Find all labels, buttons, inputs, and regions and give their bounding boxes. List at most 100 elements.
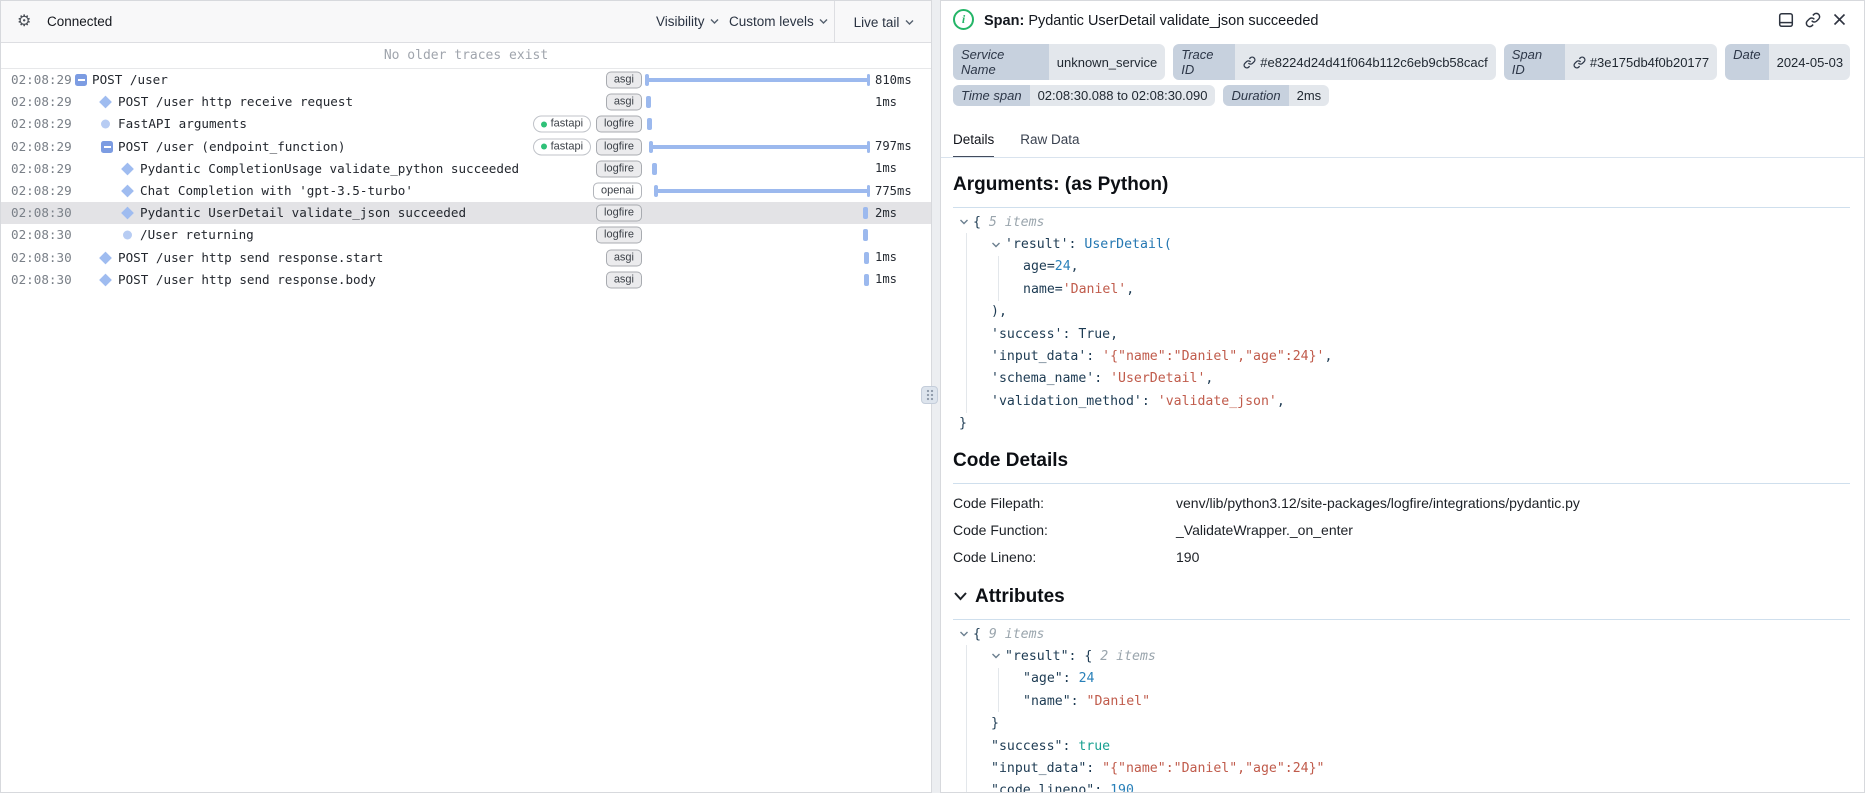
duration-bar-track bbox=[646, 158, 869, 180]
duration-label: 1ms bbox=[875, 94, 898, 109]
duration-tick bbox=[864, 251, 869, 264]
code-token: "code.lineno" bbox=[991, 783, 1095, 793]
settings-gear-icon[interactable]: ⚙ bbox=[17, 13, 31, 31]
trace-span-label: Chat Completion with 'gpt-3.5-turbo' bbox=[140, 183, 413, 198]
code-token: "{"name":"Daniel","age":24}" bbox=[1102, 760, 1325, 776]
detail-tabs: Details Raw Data bbox=[953, 132, 1850, 158]
code-token: { bbox=[973, 626, 989, 642]
span-meta-badges-row2: Time span 02:08:30.088 to 02:08:30.090 Dur… bbox=[953, 85, 1850, 106]
arguments-heading: Arguments: (as Python) bbox=[953, 174, 1169, 195]
duration-tick bbox=[652, 162, 657, 175]
code-token: , bbox=[1205, 371, 1214, 387]
code-line: "age": 24 bbox=[1023, 668, 1850, 690]
duration-bar-track bbox=[646, 269, 869, 291]
circle-span-icon bbox=[123, 230, 132, 240]
green-dot-icon bbox=[540, 121, 547, 128]
trace-row[interactable]: 02:08:29 POST /user asgi 810ms bbox=[1, 69, 931, 91]
chevron-down-icon bbox=[819, 18, 828, 25]
trace-row[interactable]: 02:08:29 Chat Completion with 'gpt-3.5-tu… bbox=[1, 180, 931, 202]
dock-panel-icon[interactable] bbox=[1777, 11, 1794, 28]
copy-link-icon[interactable] bbox=[1804, 11, 1821, 28]
code-line: "code.lineno": 190 bbox=[991, 780, 1850, 793]
code-token: "input_data" bbox=[991, 760, 1087, 776]
collapse-chevron-icon[interactable] bbox=[959, 630, 973, 638]
section-divider bbox=[953, 618, 1850, 620]
duration-bar-track bbox=[646, 69, 869, 91]
code-line: } bbox=[959, 413, 1850, 435]
diamond-span-icon bbox=[99, 273, 112, 287]
tag-chip-logfire: logfire bbox=[596, 204, 642, 222]
meta-badge: Span ID #3e175db4f0b20177 bbox=[1503, 44, 1718, 80]
diamond-span-icon bbox=[99, 95, 112, 109]
trace-row[interactable]: 02:08:29 POST /user http receive request a… bbox=[1, 91, 931, 113]
code-token: 24 bbox=[1054, 259, 1071, 275]
code-line: 'validation_method': 'validate_json', bbox=[991, 390, 1850, 412]
trace-timestamp: 02:08:29 bbox=[11, 160, 72, 176]
trace-timestamp: 02:08:29 bbox=[11, 138, 72, 154]
code-line: } bbox=[991, 712, 1850, 734]
duration-tick bbox=[647, 118, 652, 131]
custom-levels-dropdown[interactable]: Custom levels bbox=[729, 14, 828, 29]
code-token: "success" bbox=[991, 738, 1063, 754]
duration-tick bbox=[863, 207, 868, 220]
trace-row[interactable]: 02:08:29 POST /user (endpoint_function) fa… bbox=[1, 136, 931, 158]
code-token: , bbox=[1324, 349, 1333, 365]
tab-details[interactable]: Details bbox=[953, 132, 995, 158]
trace-row[interactable]: 02:08:30 POST /user http send response.st… bbox=[1, 247, 931, 269]
trace-row[interactable]: 02:08:30 POST /user http send response.bo… bbox=[1, 269, 931, 291]
code-token: : bbox=[1086, 760, 1103, 776]
tab-raw-data[interactable]: Raw Data bbox=[1020, 132, 1079, 158]
duration-bar-track bbox=[646, 91, 869, 113]
close-icon[interactable] bbox=[1831, 11, 1848, 28]
visibility-dropdown[interactable]: Visibility bbox=[656, 14, 719, 29]
code-line: "success": true bbox=[991, 735, 1850, 757]
trace-row[interactable]: 02:08:29 Pydantic CompletionUsage validat… bbox=[1, 158, 931, 180]
trace-timestamp: 02:08:29 bbox=[11, 94, 72, 110]
collapse-chevron-icon[interactable] bbox=[953, 591, 968, 602]
trace-tags: asgi bbox=[605, 271, 642, 289]
badge-label: Date bbox=[1725, 44, 1769, 80]
trace-timestamp: 02:08:29 bbox=[11, 116, 72, 132]
trace-timestamp: 02:08:30 bbox=[11, 271, 72, 287]
trace-span-label: POST /user http send response.body bbox=[118, 271, 376, 287]
collapse-chevron-icon[interactable] bbox=[991, 241, 1005, 249]
span-title: Span: Pydantic UserDetail validate_json … bbox=[984, 13, 1319, 29]
trace-row[interactable]: 02:08:30 Pydantic UserDetail validate_jso… bbox=[1, 202, 931, 225]
code-token: } bbox=[991, 716, 999, 732]
duration-tick bbox=[864, 273, 869, 286]
code-token: : bbox=[1068, 237, 1085, 253]
code-token: '{"name":"Daniel","age":24}' bbox=[1102, 349, 1325, 365]
trace-span-label: FastAPI arguments bbox=[118, 116, 247, 132]
code-token: 'validate_json' bbox=[1157, 393, 1277, 409]
trace-timestamp: 02:08:30 bbox=[11, 205, 72, 221]
trace-panel: ⚙ Connected Visibility Custom levels Liv… bbox=[0, 0, 932, 793]
collapse-chevron-icon[interactable] bbox=[991, 652, 1005, 660]
badge-value[interactable]: #e8224d24d41f064b112c6eb9cb58cacf bbox=[1235, 44, 1496, 80]
tag-chip-fastapi: fastapi bbox=[532, 138, 592, 156]
code-token: "age" bbox=[1023, 671, 1063, 687]
trace-span-label: POST /user (endpoint_function) bbox=[118, 138, 346, 154]
duration-bar-track bbox=[646, 247, 869, 269]
code-details-table: Code Filepath: venv/lib/python3.12/site-p… bbox=[953, 490, 1850, 571]
collapse-box-icon[interactable] bbox=[101, 140, 113, 153]
collapse-box-icon[interactable] bbox=[75, 74, 87, 87]
attributes-heading: Attributes bbox=[953, 586, 1850, 608]
meta-badge: Time span 02:08:30.088 to 02:08:30.090 bbox=[953, 85, 1216, 106]
diamond-span-icon bbox=[99, 251, 112, 265]
panel-splitter-handle[interactable] bbox=[921, 386, 938, 404]
trace-row[interactable]: 02:08:30/User returning logfire bbox=[1, 224, 931, 246]
badge-value[interactable]: #3e175db4f0b20177 bbox=[1564, 44, 1718, 80]
code-line: 'input_data': '{"name":"Daniel","age":24… bbox=[991, 345, 1850, 367]
collapse-chevron-icon[interactable] bbox=[959, 218, 973, 226]
trace-row[interactable]: 02:08:29 FastAPI arguments fastapi logfire bbox=[1, 113, 931, 135]
duration-bar-track bbox=[646, 136, 869, 158]
trace-tags: logfire bbox=[596, 160, 642, 178]
code-group: "age": 24 "name": "Daniel" bbox=[998, 667, 1850, 713]
live-tail-dropdown[interactable]: Live tail bbox=[834, 1, 933, 43]
trace-tags: openai bbox=[592, 182, 642, 200]
duration-label: 1ms bbox=[875, 161, 898, 176]
no-older-traces-notice: No older traces exist bbox=[1, 43, 931, 69]
tag-chip-asgi: asgi bbox=[605, 71, 642, 89]
code-token: "result" bbox=[1005, 648, 1069, 664]
link-icon bbox=[1243, 55, 1256, 69]
